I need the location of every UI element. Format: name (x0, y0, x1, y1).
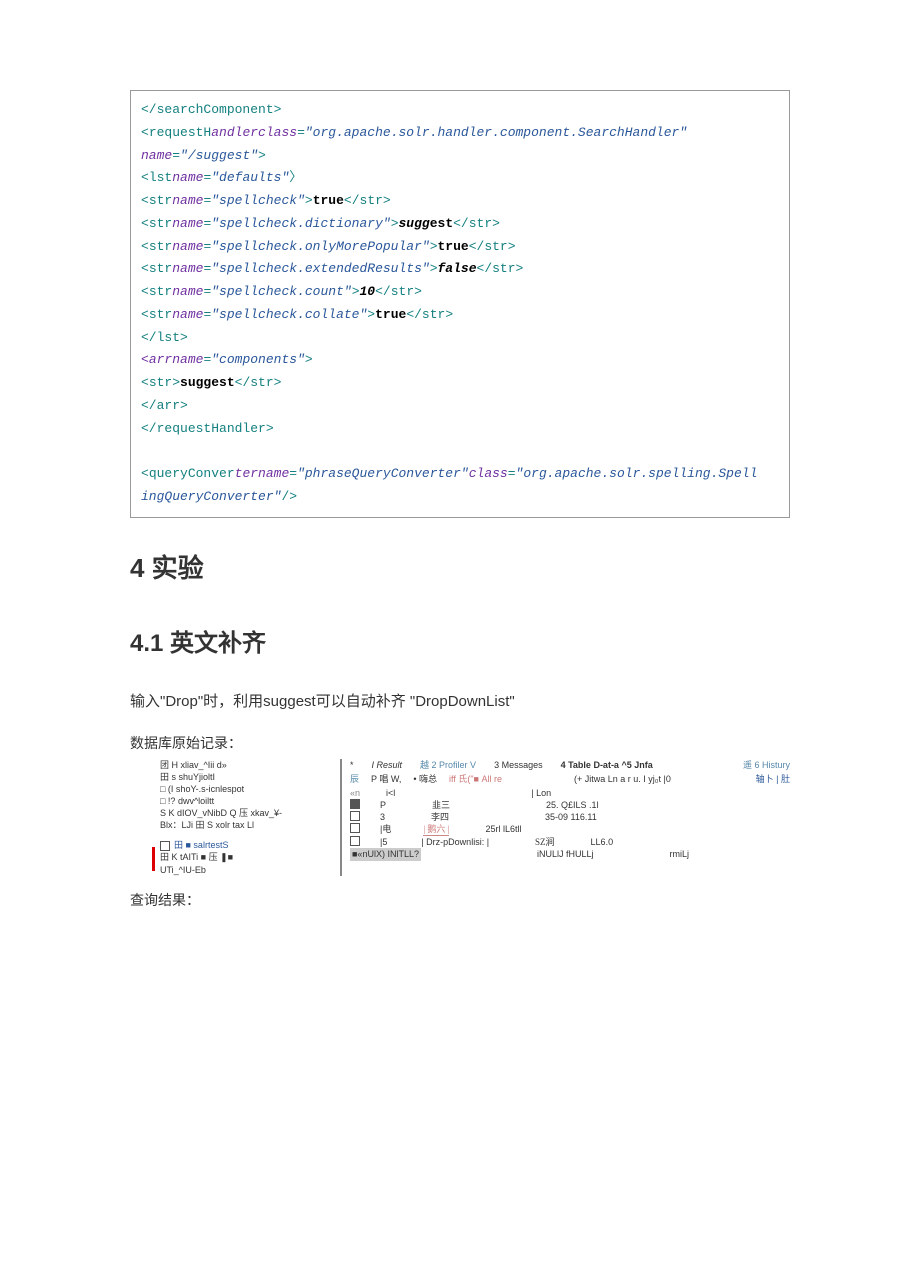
db-label: 数据库原始记录： (130, 733, 790, 753)
checkbox-icon (350, 799, 360, 809)
code-line: <queryConvertername="phraseQueryConverte… (141, 440, 779, 486)
code-line: </searchComponent> (141, 99, 779, 122)
tab-messages: 3 Messages (494, 759, 543, 771)
tree-row: UTi_^IU-Eb (160, 864, 340, 876)
expand-icon (160, 841, 170, 851)
toolbar-item: • 嗨总 (413, 773, 437, 785)
tab-result: I Result (372, 759, 403, 771)
result-label: 查询结果： (130, 890, 790, 910)
tab-profiler: 越 2 Profiler V (420, 759, 476, 771)
code-line: </requestHandler> (141, 418, 779, 441)
table-row: |电| 鹅六 |25rl lL6tll (350, 823, 790, 836)
tab-tabledata: 4 Table D-at-a ^5 Jnfa (561, 759, 653, 771)
code-line: <strname="spellcheck.dictionary">suggest… (141, 213, 779, 236)
table-row: ■«nUlX) INlTLL?iNULlJ fHULLjrmiLj (350, 848, 790, 860)
intro-text: 输入"Drop"时，利用suggest可以自动补齐 "DropDownList" (130, 688, 790, 715)
tree-row: S K dIOV_vNibD Q 压 xkav_¥- (160, 807, 340, 819)
tree-row: 田 K tAITi ■ 压 ❚■ (160, 851, 340, 863)
tree-row (160, 831, 340, 839)
code-line: <strname="spellcheck.onlyMorePopular">tr… (141, 236, 779, 259)
heading-4: 4 实验 (130, 548, 790, 585)
checkbox-icon (350, 836, 360, 846)
code-line: <strname="spellcheck.extendedResults">fa… (141, 258, 779, 281)
code-line: <lstname="defaults"〉 (141, 167, 779, 190)
toolbar-item: P 唱 W, (371, 773, 401, 785)
code-line: </lst> (141, 327, 779, 350)
tab: * (350, 759, 354, 771)
checkbox-icon (350, 823, 360, 833)
tree-row: □ !? dwv^loiltt (160, 795, 340, 807)
toolbar-item: iff 氏("■ All re (449, 773, 502, 785)
grid-rows: «ni<l| Lon P韭三25. Q£ILS .1l 3李四35-09 116… (350, 787, 790, 861)
db-screenshot: 团 H xliav_^Iii d» 田 s shuYjioltI □ (I sh… (130, 759, 790, 876)
db-tree: 团 H xliav_^Iii d» 田 s shuYjioltI □ (I sh… (130, 759, 340, 876)
tree-row: □ (I shoY-.s-icnlespot (160, 783, 340, 795)
heading-4-1: 4.1 英文补齐 (130, 623, 790, 658)
grid-tabs: * I Result 越 2 Profiler V 3 Messages 4 T… (350, 759, 790, 771)
code-line: <requestHandlerclass="org.apache.solr.ha… (141, 122, 779, 145)
tree-row: 团 H xliav_^Iii d» (160, 759, 340, 771)
code-block: </searchComponent> <requestHandlerclass=… (130, 90, 790, 518)
toolbar-item: (+ Jitwa Ln a r u. I yj₀t |0 (574, 773, 671, 785)
db-grid: * I Result 越 2 Profiler V 3 Messages 4 T… (340, 759, 790, 876)
code-line: <strname="spellcheck.count">10</str> (141, 281, 779, 304)
tab-history: 遥 6 Histury (743, 759, 790, 771)
code-line: <strname="spellcheck.collate">true</str> (141, 304, 779, 327)
table-row: |5| Drz-pDownlisi: |SZ涧LL6.0 (350, 836, 790, 848)
tree-row: Blx：LJi 田 S xolr tax Ll (160, 819, 340, 831)
table-row: P韭三25. Q£ILS .1l (350, 799, 790, 811)
table-row: «ni<l| Lon (350, 787, 790, 799)
checkbox-icon (350, 811, 360, 821)
code-line: ingQueryConverter"/> (141, 486, 779, 509)
code-line: <arrname="components"> (141, 349, 779, 372)
grid-toolbar: 辰 P 唱 W, • 嗨总 iff 氏("■ All re (+ Jitwa L… (350, 773, 790, 785)
code-line: </arr> (141, 395, 779, 418)
toolbar-item: 轴卜 | 肚 (756, 773, 790, 785)
table-row: 3李四35-09 116.11 (350, 811, 790, 823)
tree-row: 田 s shuYjioltI (160, 771, 340, 783)
code-line: <strname="spellcheck">true</str> (141, 190, 779, 213)
highlight-bar (152, 847, 155, 871)
code-line: <str>suggest</str> (141, 372, 779, 395)
code-line: name="/suggest"> (141, 145, 779, 168)
toolbar-item: 辰 (350, 773, 359, 785)
tree-row-selected: 田 ■ salrtestS (160, 839, 340, 851)
